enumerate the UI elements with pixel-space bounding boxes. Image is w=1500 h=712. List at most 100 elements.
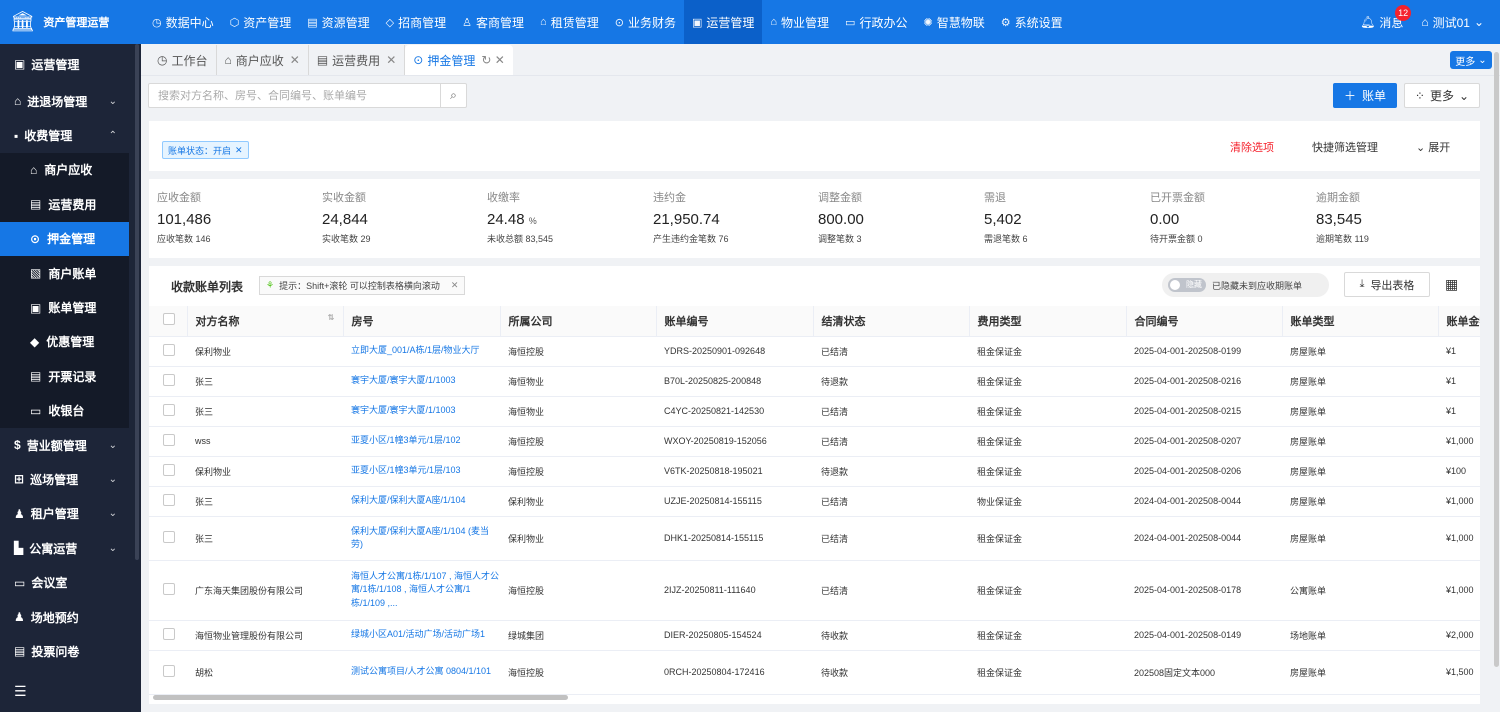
table-row[interactable]: 保利物业 亚夏小区/1幢3单元/1层/103 海恒控股 V6TK-20250818-1… <box>149 456 1480 487</box>
table-row[interactable]: 张三 寰宇大厦/寰宇大厦/1/1003 海恒物业 C4YC-20250821-1425… <box>149 396 1480 427</box>
table-row[interactable]: 胡松 测试公寓项目/人才公寓 0804/1/101 海恒控股 0RCH-2025080… <box>149 650 1480 695</box>
sidebar-item-1[interactable]: ▤ 运营费用 <box>0 187 129 222</box>
close-icon[interactable]: ✕ <box>235 145 243 156</box>
table-row[interactable]: 海恒物业管理股份有限公司 绿城小区A01/活动广场/活动广场1 绿城集团 DIER-2… <box>149 620 1480 651</box>
column-header[interactable]: 账单类型 <box>1282 306 1439 337</box>
more-actions-button[interactable]: ⁘ 更多 ⌄ <box>1404 83 1480 108</box>
tabs-more-button[interactable]: 更多 ⌄ <box>1450 51 1492 69</box>
column-header[interactable]: 结清状态 <box>813 306 970 337</box>
cell-room[interactable]: 亚夏小区/1幢3单元/1层/102 <box>343 426 500 457</box>
column-header[interactable]: 费用类型 <box>969 306 1127 337</box>
sidebar-group-groups2-0[interactable]: $ 营业额管理 ⌄ <box>0 428 141 462</box>
sort-icon[interactable]: ⇅ <box>328 313 335 322</box>
sidebar-group-groups2-3[interactable]: ▙ 公寓运营 ⌄ <box>0 531 141 565</box>
sidebar-group-groups2-6[interactable]: ▤ 投票问卷 <box>0 634 141 668</box>
app-logo[interactable]: 🏛 资产管理运营 <box>0 0 140 44</box>
cell-company: 海恒控股 <box>500 650 656 695</box>
column-header[interactable]: 合同编号 <box>1126 306 1283 337</box>
cell-room[interactable]: 寰宇大厦/寰宇大厦/1/1003 <box>343 396 500 427</box>
tab-0[interactable]: ◷ 工作台 <box>149 45 217 75</box>
row-checkbox[interactable] <box>163 583 175 595</box>
cell-room[interactable]: 亚夏小区/1幢3单元/1层/103 <box>343 456 500 487</box>
table-row[interactable]: 张三 保利大厦/保利大厦A座/1/104 保利物业 UZJE-20250814-155… <box>149 486 1480 517</box>
sidebar-group-groups-0[interactable]: ⌂ 进退场管理 ⌄ <box>0 84 141 118</box>
close-icon[interactable]: ↻ ✕ <box>481 53 504 67</box>
topnav-item-11[interactable]: ⚙ 系统设置 <box>993 0 1071 44</box>
sidebar-item-0[interactable]: ⌂ 商户应收 <box>0 152 129 188</box>
close-icon[interactable]: ✕ <box>386 53 396 67</box>
column-header[interactable]: 账单编号 <box>656 306 814 337</box>
row-checkbox[interactable] <box>163 374 175 386</box>
search-button[interactable]: ⌕ <box>440 84 466 107</box>
table-row[interactable]: 张三 寰宇大厦/寰宇大厦/1/1003 海恒物业 B70L-20250825-2008… <box>149 366 1480 397</box>
topnav-item-9[interactable]: ▭ 行政办公 <box>837 0 915 44</box>
add-bill-button[interactable]: ＋ 账单 <box>1333 83 1397 108</box>
cell-room[interactable]: 立即大厦_001/A栋/1层/物业大厅 <box>343 336 500 367</box>
tab-3[interactable]: ⊙ 押金管理 ↻ ✕ <box>405 45 513 75</box>
topnav-item-5[interactable]: ⌂ 租赁管理 <box>532 0 607 44</box>
hide-future-bills-toggle[interactable]: 隐藏 <box>1168 278 1206 292</box>
messages-button[interactable]: 🔔︎ 消息 12 <box>1360 4 1412 31</box>
topnav-item-8[interactable]: ⌂ 物业管理 <box>762 0 837 44</box>
sidebar-group-groups-1[interactable]: ▪ 收费管理 ⌃ <box>0 118 141 152</box>
close-icon[interactable]: ✕ <box>451 280 459 291</box>
cell-room[interactable]: 测试公寓项目/人才公寓 0804/1/101 <box>343 650 500 695</box>
topnav-item-0[interactable]: ◷ 数据中心 <box>144 0 222 44</box>
search-input[interactable] <box>149 89 440 102</box>
sidebar-group-groups2-2[interactable]: ♟ 租户管理 ⌄ <box>0 497 141 531</box>
horizontal-scrollbar[interactable] <box>153 695 568 700</box>
topnav-item-6[interactable]: ⊙ 业务财务 <box>607 0 684 44</box>
table-row[interactable]: 保利物业 立即大厦_001/A栋/1层/物业大厅 海恒控股 YDRS-20250901… <box>149 336 1480 367</box>
cell-room[interactable]: 保利大厦/保利大厦A座/1/104 (麦当劳) <box>343 516 500 561</box>
table-row[interactable]: 广东海天集团股份有限公司 海恒人才公寓/1栋/1/107 , 海恒人才公寓/1栋/… <box>149 560 1480 621</box>
sidebar-item-6[interactable]: ▤ 开票记录 <box>0 359 129 394</box>
row-checkbox[interactable] <box>163 464 175 476</box>
sidebar-item-5[interactable]: ◆ 优惠管理 <box>0 324 129 360</box>
topnav-item-10[interactable]: ✺ 智慧物联 <box>915 0 992 44</box>
table-row[interactable]: 张三 保利大厦/保利大厦A座/1/104 (麦当劳) 保利物业 DHK1-202508… <box>149 516 1480 561</box>
row-checkbox[interactable] <box>163 628 175 640</box>
sidebar-group-groups2-5[interactable]: ♟ 场地预约 <box>0 600 141 634</box>
tab-icon: ▤ <box>316 53 329 67</box>
topnav-item-3[interactable]: ◇ 招商管理 <box>378 0 454 44</box>
expand-filters-button[interactable]: ⌄ 展开 <box>1416 139 1450 155</box>
row-checkbox[interactable] <box>163 531 175 543</box>
row-checkbox[interactable] <box>163 344 175 356</box>
column-header[interactable]: 所属公司 <box>500 306 657 337</box>
select-all-checkbox[interactable] <box>163 313 175 326</box>
topnav-item-1[interactable]: ⬡ 资产管理 <box>222 0 300 44</box>
export-table-button[interactable]: ⤓ 导出表格 <box>1344 272 1430 297</box>
tab-2[interactable]: ▤ 运营费用 ✕ <box>309 45 406 75</box>
column-header[interactable]: 账单金额 <box>1438 306 1480 337</box>
column-header[interactable]: 房号 <box>343 306 501 337</box>
column-settings-icon[interactable]: ▦ <box>1445 276 1458 293</box>
cell-room[interactable]: 绿城小区A01/活动广场/活动广场1 <box>343 620 500 651</box>
sidebar-group-groups2-4[interactable]: ▭ 会议室 <box>0 565 141 599</box>
clear-filters-link[interactable]: 清除选项 <box>1230 139 1274 155</box>
sidebar-item-3[interactable]: ▧ 商户账单 <box>0 255 129 291</box>
row-checkbox[interactable] <box>163 494 175 506</box>
sidebar-item-4[interactable]: ▣ 账单管理 <box>0 290 129 325</box>
row-checkbox[interactable] <box>163 665 175 677</box>
table-row[interactable]: wss 亚夏小区/1幢3单元/1层/102 海恒控股 WXOY-20250819-15… <box>149 426 1480 457</box>
quick-filter-manage-link[interactable]: 快捷筛选管理 <box>1312 139 1378 155</box>
topnav-item-2[interactable]: ▤ 资源管理 <box>299 0 377 44</box>
row-checkbox[interactable] <box>163 404 175 416</box>
page-scrollbar[interactable] <box>1494 52 1499 667</box>
sidebar-scrollbar[interactable] <box>135 44 139 560</box>
cell-room[interactable]: 寰宇大厦/寰宇大厦/1/1003 <box>343 366 500 397</box>
cell-room[interactable]: 海恒人才公寓/1栋/1/107 , 海恒人才公寓/1栋/1/108 , 海恒人才… <box>343 560 500 621</box>
user-menu[interactable]: ⌂ 测试01 ⌄ <box>1421 14 1484 31</box>
close-icon[interactable]: ✕ <box>290 53 300 67</box>
topnav-item-7[interactable]: ▣ 运营管理 <box>683 0 763 44</box>
collapse-sidebar-icon[interactable]: ☰ <box>14 683 27 700</box>
cell-room[interactable]: 保利大厦/保利大厦A座/1/104 <box>343 486 500 517</box>
filter-tag[interactable]: 账单状态：开启 ✕ <box>162 141 249 159</box>
tab-1[interactable]: ⌂ 商户应收 ✕ <box>217 45 309 75</box>
sidebar-group-groups2-1[interactable]: ⊞ 巡场管理 ⌄ <box>0 462 141 496</box>
sidebar-item-2[interactable]: ⊙ 押金管理 <box>0 221 129 256</box>
column-header[interactable]: 对方名称 ⇅ <box>187 306 344 337</box>
topnav-item-4[interactable]: ♙ 客商管理 <box>454 0 532 44</box>
row-checkbox[interactable] <box>163 434 175 446</box>
sidebar-item-7[interactable]: ▭ 收银台 <box>0 393 129 428</box>
